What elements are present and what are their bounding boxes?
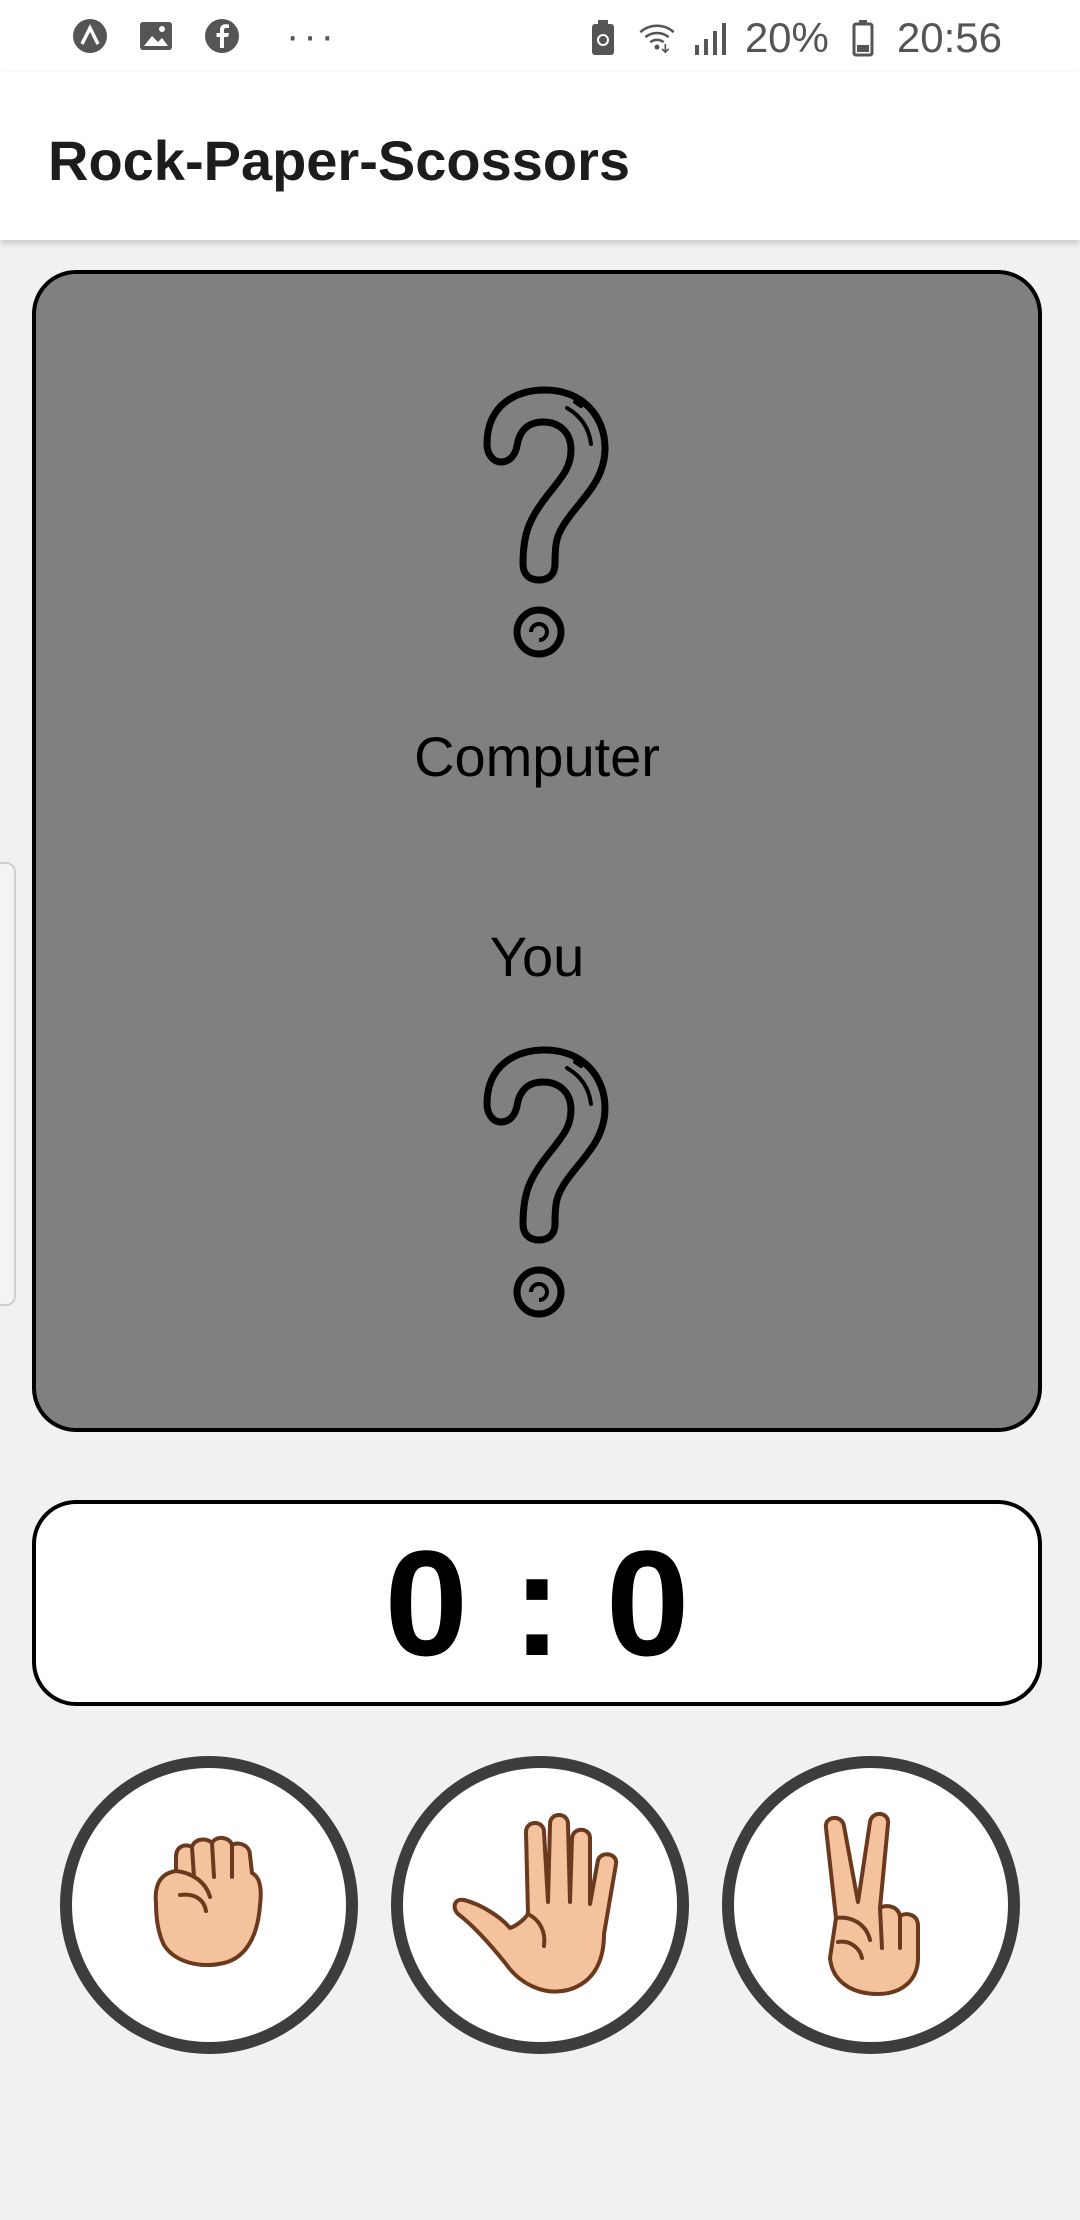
battery-icon xyxy=(843,18,883,58)
paper-hand-icon xyxy=(450,1808,630,2003)
facebook-icon xyxy=(202,16,242,56)
app-notification-icon xyxy=(70,16,110,56)
you-choice-question-icon xyxy=(457,1044,617,1324)
score-display: 0 : 0 xyxy=(385,1517,690,1690)
scissors-button[interactable] xyxy=(722,1756,1020,2054)
clock: 20:56 xyxy=(896,14,1002,61)
app-title: Rock-Paper-Scossors xyxy=(48,129,631,192)
score-box: 0 : 0 xyxy=(32,1500,1042,1706)
wifi-icon xyxy=(637,18,677,58)
battery-saver-icon xyxy=(583,18,623,58)
scissors-hand-icon xyxy=(806,1808,936,2003)
signal-icon xyxy=(691,18,731,58)
game-board: Computer You xyxy=(32,270,1042,1432)
gallery-icon xyxy=(136,16,176,56)
status-bar: ··· 20% 20:56 xyxy=(0,0,1080,72)
edge-panel-handle[interactable] xyxy=(0,862,16,1306)
more-notifications-icon: ··· xyxy=(286,14,338,58)
computer-score: 0 xyxy=(605,1518,690,1687)
rock-fist-icon xyxy=(144,1833,274,1978)
paper-button[interactable] xyxy=(391,1756,689,2054)
app-bar: Rock-Paper-Scossors xyxy=(0,72,1080,240)
battery-percent: 20% xyxy=(744,14,829,61)
player-score: 0 xyxy=(384,1518,469,1687)
rock-button[interactable] xyxy=(60,1756,358,2054)
computer-label: Computer xyxy=(414,725,660,788)
you-label: You xyxy=(489,925,585,988)
score-separator: : xyxy=(512,1518,562,1687)
computer-choice-question-icon xyxy=(457,384,617,664)
